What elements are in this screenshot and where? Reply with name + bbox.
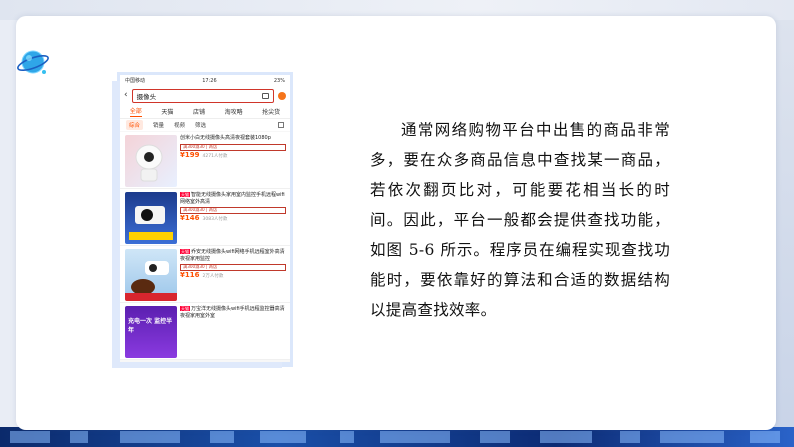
product-thumbnail xyxy=(125,135,177,187)
search-query: 摄像头 xyxy=(136,92,157,101)
search-row: ‹ 摄像头 xyxy=(120,86,290,105)
filter-screen[interactable]: 筛选 xyxy=(195,121,206,129)
search-input[interactable]: 摄像头 xyxy=(131,88,274,103)
product-info: 天猫 乔安无线摄像头wifi网络手机远程室外高清夜视家用监控 满300减30 | … xyxy=(180,249,286,281)
product-title: 天猫 智能无线摄像头家用室内监控手机远程wifi网络室外高清 xyxy=(180,192,285,205)
product-price: ¥199 4271人付款 xyxy=(180,150,228,159)
product-item[interactable]: 创米小白无线摄像头高清夜视套装1080p 满300减30 | 两店 ¥199 42… xyxy=(120,132,290,189)
promo-tag: 满300减30 | 两店 xyxy=(180,207,286,214)
tab-shops[interactable]: 店铺 xyxy=(193,107,205,116)
filter-comprehensive[interactable]: 综合 xyxy=(126,120,144,130)
carrier: 中国移动 xyxy=(125,78,146,84)
category-tabs: 全部 天猫 店铺 淘攻略 抢尖货 xyxy=(120,105,290,119)
grid-view-icon[interactable] xyxy=(278,122,284,128)
product-info: 天猫 智能无线摄像头家用室内监控手机远程wifi网络室外高清 满300减30 | … xyxy=(180,192,286,224)
product-thumbnail xyxy=(125,192,177,244)
product-info: 天猫 万宝洋无线摄像头wifi手机远程监控器高清夜视家用室外室 xyxy=(180,306,286,319)
filter-video[interactable]: 视频 xyxy=(174,121,185,129)
message-icon[interactable] xyxy=(278,91,286,100)
product-item[interactable]: 天猫 智能无线摄像头家用室内监控手机远程wifi网络室外高清 满300减30 | … xyxy=(120,189,290,246)
product-title: 天猫 万宝洋无线摄像头wifi手机远程监控器高清夜视家用室外室 xyxy=(180,306,285,319)
product-price: ¥116 2万人付款 xyxy=(180,271,224,280)
camera-icon[interactable] xyxy=(262,92,269,99)
product-title: 创米小白无线摄像头高清夜视套装1080p xyxy=(180,135,271,141)
body-paragraph: 通常网络购物平台中出售的商品非常多，要在众多商品信息中查找某一商品，若依次翻页比… xyxy=(370,121,670,319)
product-price: ¥146 3083人付款 xyxy=(180,214,228,223)
tab-tmall[interactable]: 天猫 xyxy=(161,107,173,116)
filter-sales[interactable]: 销量 xyxy=(153,121,164,129)
product-item[interactable]: 充电一次 监控半年 天猫 万宝洋无线摄像头wifi手机远程监控器高清夜视家用室外室 xyxy=(120,303,290,360)
product-thumbnail xyxy=(125,249,177,301)
status-bar: 中国移动 17:26 23% xyxy=(120,75,290,86)
filter-bar: 综合 销量 视频 筛选 xyxy=(120,119,290,131)
globe-logo-icon xyxy=(17,50,49,74)
clock: 17:26 xyxy=(202,77,217,84)
tab-guides[interactable]: 淘攻略 xyxy=(225,107,243,116)
back-arrow-icon[interactable]: ‹ xyxy=(124,91,128,100)
product-title: 天猫 乔安无线摄像头wifi网络手机远程室外高清夜视家用监控 xyxy=(180,249,285,262)
product-info: 创米小白无线摄像头高清夜视套装1080p 满300减30 | 两店 ¥199 42… xyxy=(180,135,286,160)
battery: 23% xyxy=(273,77,285,84)
tab-all[interactable]: 全部 xyxy=(129,106,142,117)
shopping-app-screenshot: 中国移动 17:26 23% ‹ 摄像头 全部 天猫 店铺 淘攻略 抢尖货 综合… xyxy=(120,75,290,362)
tab-hot[interactable]: 抢尖货 xyxy=(262,107,280,116)
promo-tag: 满300减30 | 两店 xyxy=(180,264,286,271)
product-thumbnail: 充电一次 监控半年 xyxy=(125,306,177,358)
slide-bottom-band xyxy=(0,427,794,447)
promo-tag: 满300减30 | 两店 xyxy=(180,143,286,151)
product-item[interactable]: 天猫 乔安无线摄像头wifi网络手机远程室外高清夜视家用监控 满300减30 | … xyxy=(120,246,290,303)
